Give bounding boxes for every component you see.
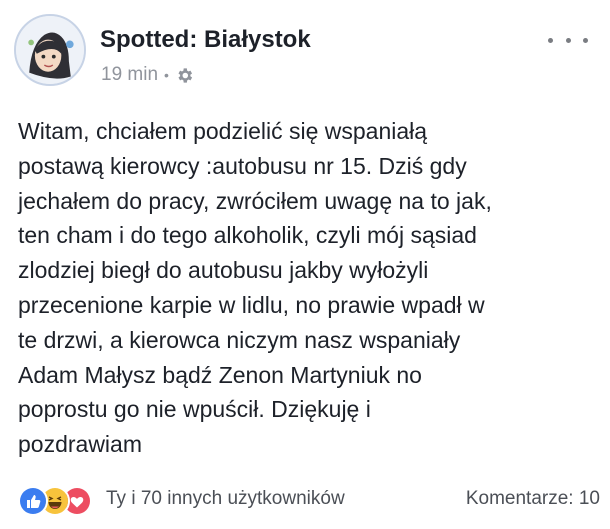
- post-body: Witam, chciałem podzielić się wspaniałą …: [18, 114, 603, 462]
- post-text-line: pozdrawiam: [18, 431, 142, 458]
- post-text-line: zlodziej biegł do autobusu jakby wyłożyl…: [18, 257, 429, 284]
- post-footer: Ty i 70 innych użytkowników Komentarze: …: [12, 484, 602, 516]
- page-avatar[interactable]: [14, 14, 86, 86]
- post-text-line: poprostu go nie wpuścił. Dziękuję i: [18, 396, 371, 423]
- reaction-icons[interactable]: [18, 486, 92, 516]
- post-text-line: Adam Małysz bądź Zenon Martyniuk no: [18, 361, 422, 388]
- post-text-line: te drzwi, a kierowca niczym nasz wspania…: [18, 326, 461, 353]
- post-text-line: przecenione karpie w lidlu, no prawie wp…: [18, 291, 485, 318]
- post-text-line: Witam, chciałem podzielić się wspaniałą: [18, 118, 428, 144]
- meta-separator: •: [164, 67, 169, 83]
- post-text-line: postawą kierowcy :autobusu nr 15. Dziś g…: [18, 152, 467, 179]
- post-timestamp[interactable]: 19 min: [101, 64, 158, 86]
- page-name[interactable]: Spotted: Białystok: [100, 26, 311, 54]
- facebook-post: Spotted: Białystok 19 min • Witam, chcia…: [0, 0, 610, 529]
- more-dot: [548, 37, 553, 43]
- post-meta: 19 min •: [101, 64, 194, 86]
- avatar-illustration: [16, 16, 84, 84]
- more-dot: [565, 37, 571, 43]
- reactors-count-link[interactable]: Ty i 70 innych użytkowników: [106, 488, 345, 510]
- like-icon: [18, 486, 48, 516]
- post-text-line: jechałem do pracy, zwróciłem uwagę na to…: [18, 187, 492, 214]
- gear-icon[interactable]: [175, 66, 194, 85]
- comments-count-link[interactable]: Komentarze: 10: [466, 488, 600, 510]
- more-options-icon[interactable]: [548, 28, 588, 52]
- more-dot: [583, 37, 588, 43]
- post-text-line: ten cham i do tego alkoholik, czyli mój …: [18, 222, 477, 249]
